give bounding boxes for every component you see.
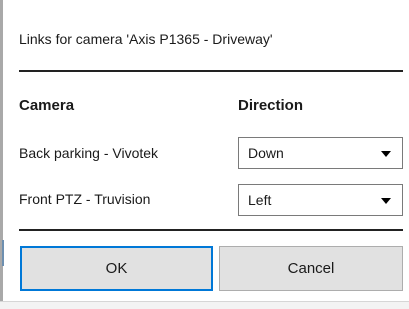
link-camera-label: Front PTZ - Truvision: [19, 191, 151, 207]
camera-links-dialog: Links for camera 'Axis P1365 - Driveway'…: [0, 0, 409, 309]
direction-dropdown[interactable]: Left: [238, 184, 403, 216]
ok-button[interactable]: OK: [20, 246, 213, 291]
dialog-title: Links for camera 'Axis P1365 - Driveway': [19, 31, 273, 47]
cancel-button[interactable]: Cancel: [219, 246, 403, 291]
direction-dropdown[interactable]: Down: [238, 137, 403, 169]
window-bottom-edge: [0, 301, 409, 309]
chevron-down-icon[interactable]: [381, 151, 391, 157]
direction-column-header: Direction: [238, 97, 304, 114]
link-camera-label: Back parking - Vivotek: [19, 145, 159, 161]
direction-dropdown-value: Left: [248, 192, 272, 208]
top-separator: [19, 70, 403, 72]
bottom-separator: [19, 229, 403, 231]
window-edge-highlight: [2, 240, 4, 266]
camera-column-header: Camera: [19, 97, 75, 114]
chevron-down-icon[interactable]: [381, 198, 391, 204]
direction-dropdown-value: Down: [248, 145, 284, 161]
